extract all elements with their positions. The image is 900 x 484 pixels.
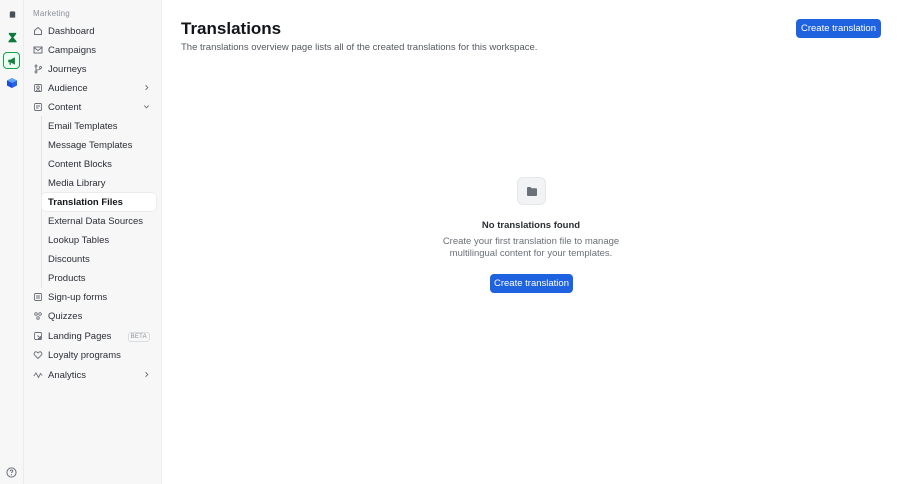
sidebar-item-dashboard[interactable]: Dashboard xyxy=(28,22,156,40)
sidebar-subitem-products[interactable]: Products xyxy=(42,269,156,287)
sidebar-item-loyalty-programs[interactable]: Loyalty programs xyxy=(28,346,156,364)
sidebar-item-content[interactable]: Content xyxy=(28,98,156,116)
workspace-icon[interactable] xyxy=(4,6,20,22)
sidebar-subitem-message-templates[interactable]: Message Templates xyxy=(42,136,156,154)
chevron-right-icon xyxy=(142,370,151,379)
page-description: The translations overview page lists all… xyxy=(181,42,538,53)
sidebar-item-label: Quizzes xyxy=(48,310,83,322)
sidebar-item-label: Sign-up forms xyxy=(48,291,108,303)
sidebar: Marketing Dashboard Campaigns Journeys A… xyxy=(24,0,162,484)
form-icon xyxy=(33,292,43,302)
sidebar-item-landing-pages[interactable]: Landing Pages BETA xyxy=(28,327,156,345)
users-icon xyxy=(33,83,43,93)
page-icon xyxy=(33,331,43,341)
beta-badge: BETA xyxy=(127,332,150,342)
sidebar-item-label: Audience xyxy=(48,82,88,94)
page-title: Translations xyxy=(181,19,282,38)
sidebar-subitem-translation-files[interactable]: Translation Files xyxy=(42,193,156,211)
branch-icon xyxy=(33,64,43,74)
sidebar-item-signup-forms[interactable]: Sign-up forms xyxy=(28,288,156,306)
sidebar-item-label: Journeys xyxy=(48,63,87,75)
sidebar-item-label: Dashboard xyxy=(48,25,95,37)
sidebar-item-campaigns[interactable]: Campaigns xyxy=(28,41,156,59)
hourglass-icon[interactable] xyxy=(4,29,20,45)
chevron-down-icon xyxy=(142,102,151,111)
create-translation-button[interactable]: Create translation xyxy=(796,19,881,38)
sidebar-item-label: Content xyxy=(48,101,82,113)
chevron-right-icon xyxy=(142,83,151,92)
sidebar-subitem-lookup-tables[interactable]: Lookup Tables xyxy=(42,231,156,249)
sidebar-item-label: Landing Pages xyxy=(48,330,112,342)
sidebar-subitem-email-templates[interactable]: Email Templates xyxy=(42,117,156,135)
sidebar-subitem-discounts[interactable]: Discounts xyxy=(42,250,156,268)
main-content: Translations The translations overview p… xyxy=(162,0,900,484)
heart-icon xyxy=(33,350,43,360)
mail-icon xyxy=(33,45,43,55)
sidebar-item-audience[interactable]: Audience xyxy=(28,79,156,97)
empty-state-line-1: Create your first translation file to ma… xyxy=(442,236,620,247)
sidebar-item-label: Loyalty programs xyxy=(48,349,121,361)
help-circle-icon[interactable] xyxy=(6,465,17,478)
activity-icon xyxy=(33,370,43,380)
sidebar-item-journeys[interactable]: Journeys xyxy=(28,60,156,78)
empty-state-create-button[interactable]: Create translation xyxy=(490,274,573,293)
megaphone-icon[interactable] xyxy=(3,52,20,69)
home-icon xyxy=(33,26,43,36)
sidebar-item-label: Analytics xyxy=(48,369,87,381)
sidebar-subitem-external-data-sources[interactable]: External Data Sources xyxy=(42,212,156,230)
empty-state-description: Create your first translation file to ma… xyxy=(431,236,631,260)
sidebar-item-analytics[interactable]: Analytics xyxy=(28,366,156,384)
sidebar-subitem-media-library[interactable]: Media Library xyxy=(42,174,156,192)
empty-state-title: No translations found xyxy=(481,220,581,231)
section-label: Marketing xyxy=(33,9,70,18)
sidebar-item-quizzes[interactable]: Quizzes xyxy=(28,307,156,325)
folder-icon xyxy=(517,177,546,205)
sidebar-item-label: Campaigns xyxy=(48,44,97,56)
quiz-icon xyxy=(33,311,43,321)
empty-state-line-2: multilingual content for your templates. xyxy=(449,248,613,259)
cube-icon[interactable] xyxy=(4,75,20,91)
sidebar-subitem-content-blocks[interactable]: Content Blocks xyxy=(42,155,156,173)
layout-icon xyxy=(33,102,43,112)
app-rail xyxy=(0,0,24,484)
